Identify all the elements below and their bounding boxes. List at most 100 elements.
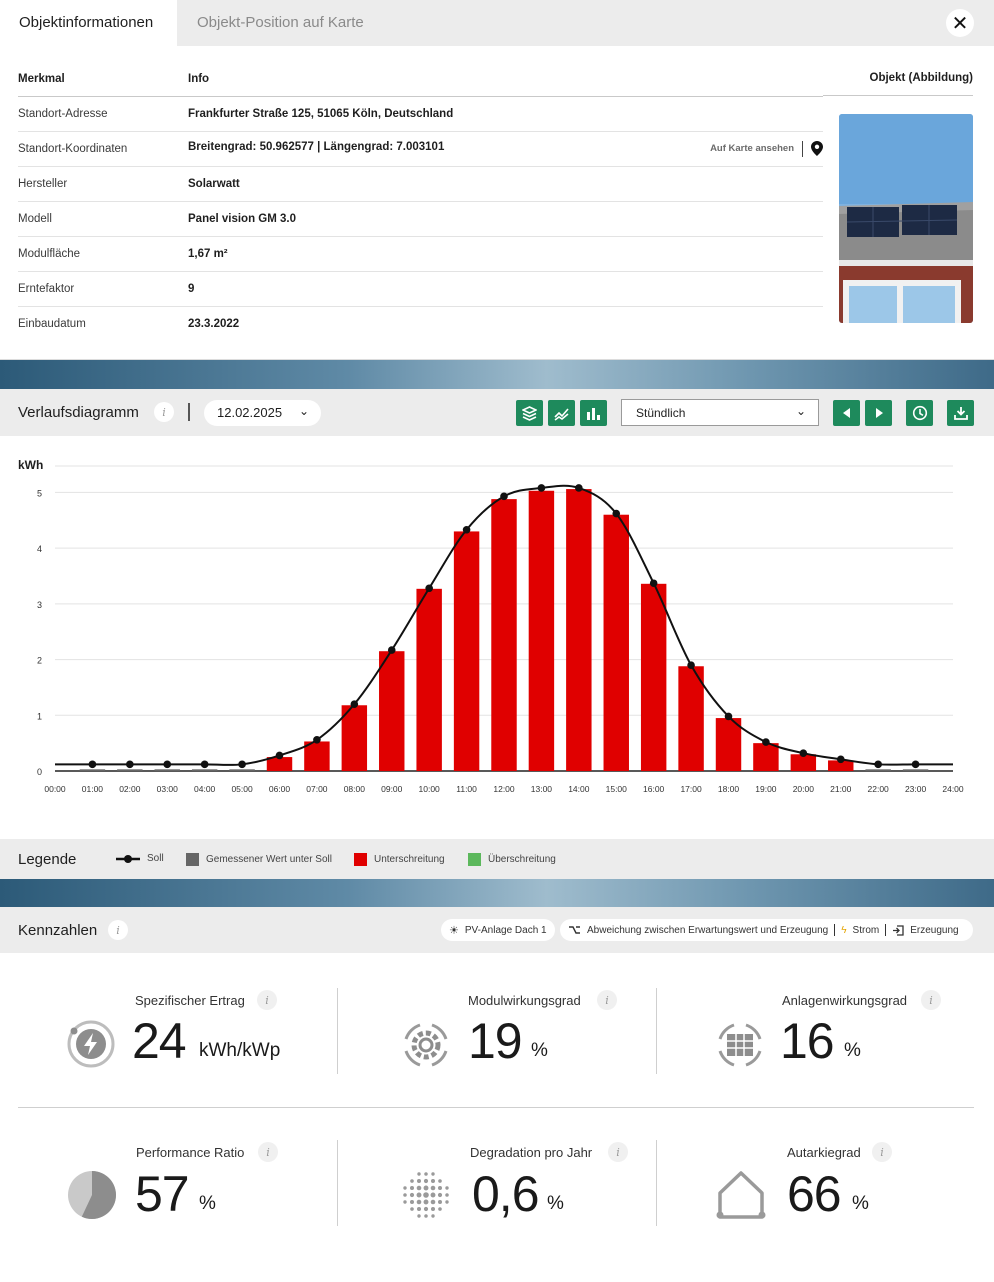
dot — [403, 1186, 407, 1190]
next-button[interactable] — [865, 400, 892, 426]
bar — [79, 769, 106, 771]
close-button[interactable]: ✕ — [946, 9, 974, 37]
kpi-value: 19 — [468, 1013, 523, 1069]
x-tick-label: 11:00 — [456, 784, 477, 794]
header-object-image: Objekt (Abbildung) — [823, 62, 973, 96]
bar — [191, 769, 218, 771]
history-button[interactable] — [906, 400, 933, 426]
kpi-value: 16 — [780, 1013, 835, 1069]
view-on-map-link[interactable]: Auf Karte ansehen — [710, 140, 823, 157]
point — [687, 661, 695, 669]
feature-value: Solarwatt — [188, 166, 823, 202]
login-icon — [893, 924, 904, 936]
interval-value: Stündlich — [636, 406, 686, 420]
tab-map-position[interactable]: Objekt-Position auf Karte — [177, 0, 383, 46]
dot — [424, 1172, 428, 1176]
tab-object-info[interactable]: Objektinformationen — [0, 0, 177, 46]
dot — [416, 1178, 422, 1184]
bar — [640, 583, 667, 771]
y-tick-label: 1 — [37, 711, 42, 721]
kpi-value: 24 — [132, 1013, 187, 1069]
divider — [834, 924, 836, 936]
background-strip — [0, 879, 994, 907]
point — [649, 579, 658, 588]
view-on-map-label: Auf Karte ansehen — [710, 143, 794, 154]
bar — [603, 514, 629, 771]
previous-button[interactable] — [833, 400, 860, 426]
bar — [379, 651, 405, 771]
feature-value: Frankfurter Straße 125, 51065 Köln, Deut… — [188, 96, 823, 132]
info-icon[interactable]: i — [108, 920, 128, 940]
kpi-degradation: Degradation pro Jahr i 0,6 % — [338, 1142, 656, 1255]
x-tick-label: 12:00 — [493, 784, 515, 794]
x-tick-label: 01:00 — [82, 784, 104, 794]
solar-panel-icon — [718, 1023, 762, 1067]
feature-label: Modell — [18, 201, 188, 237]
kpi-unit: kWh/kWp — [199, 1040, 281, 1061]
bar-view-button[interactable] — [580, 400, 607, 426]
divider — [885, 924, 887, 936]
dot — [423, 1178, 429, 1184]
feature-label: Hersteller — [18, 166, 188, 202]
info-icon[interactable]: i — [257, 990, 277, 1010]
kpi-self-sufficiency: Autarkiegrad i 66 % — [656, 1142, 974, 1255]
dot — [410, 1179, 414, 1183]
history-chart-panel: Verlaufsdiagramm i 12.02.2025 ⌄ Stündlic… — [0, 389, 994, 879]
legend-item-measured-below: Gemessener Wert unter Soll — [186, 853, 332, 866]
kpi-value: 57 — [135, 1166, 190, 1222]
sun-icon: ☀ — [449, 924, 459, 937]
object-info-panel: Objektinformationen Objekt-Position auf … — [0, 0, 994, 360]
history-chart: kWh 00:00 01:00 02:00 03:00 04:00 05:00 06:00 0… — [18, 458, 964, 794]
y-axis: 0 1 2 3 4 5 — [37, 488, 42, 777]
x-tick-label: 21:00 — [830, 784, 852, 794]
point — [126, 760, 134, 769]
bar — [678, 666, 704, 771]
info-icon[interactable]: i — [921, 990, 941, 1010]
chart-title: Verlaufsdiagramm — [18, 404, 139, 421]
bar — [416, 588, 442, 771]
dot — [409, 1199, 415, 1205]
divider — [188, 403, 190, 421]
layers-icon — [522, 405, 537, 421]
point — [537, 484, 546, 492]
table-row: Erntefaktor 9 — [18, 271, 823, 307]
bar-chart-icon — [587, 407, 600, 420]
dot — [409, 1185, 415, 1191]
download-button[interactable] — [947, 400, 974, 426]
feature-value: Breitengrad: 50.962577 | Längengrad: 7.0… — [188, 131, 823, 167]
feature-label: Standort-Adresse — [18, 96, 188, 132]
interval-select[interactable]: Stündlich ⌄ — [621, 399, 819, 426]
dot — [431, 1214, 435, 1218]
stack-view-button[interactable] — [516, 400, 543, 426]
plant-filter-label: PV-Anlage Dach 1 — [464, 924, 547, 936]
legend-label: Unterschreitung — [374, 854, 445, 865]
trend-chart-icon — [554, 407, 569, 421]
point — [350, 700, 359, 708]
point — [313, 736, 321, 744]
point — [200, 760, 209, 769]
point — [387, 646, 396, 654]
table-row: Standort-Adresse Frankfurter Straße 125,… — [18, 96, 823, 132]
date-picker[interactable]: 12.02.2025 ⌄ — [204, 400, 321, 426]
object-image — [839, 114, 973, 323]
plant-filter[interactable]: ☀ PV-Anlage Dach 1 — [441, 919, 555, 941]
point — [874, 760, 882, 769]
dot — [423, 1185, 429, 1191]
bar — [528, 490, 555, 771]
deviation-filter[interactable]: Abweichung zwischen Erwartungswert und E… — [560, 919, 973, 941]
yield-gauge-icon — [67, 1020, 115, 1068]
info-icon[interactable]: i — [154, 402, 174, 422]
x-tick-label: 15:00 — [606, 784, 628, 794]
info-icon[interactable]: i — [597, 990, 617, 1010]
dot — [431, 1172, 435, 1176]
info-icon[interactable]: i — [608, 1142, 628, 1162]
dot — [417, 1214, 421, 1218]
dot — [430, 1185, 436, 1191]
header-info: Info — [188, 62, 823, 97]
trend-view-button[interactable] — [548, 400, 575, 426]
info-icon[interactable]: i — [258, 1142, 278, 1162]
x-tick-label: 04:00 — [194, 784, 216, 794]
kpi-panel: Kennzahlen i ☀ PV-Anlage Dach 1 Abweichu… — [0, 907, 994, 1282]
info-icon[interactable]: i — [872, 1142, 892, 1162]
kpi-label: Anlagenwirkungsgrad — [782, 993, 908, 1008]
